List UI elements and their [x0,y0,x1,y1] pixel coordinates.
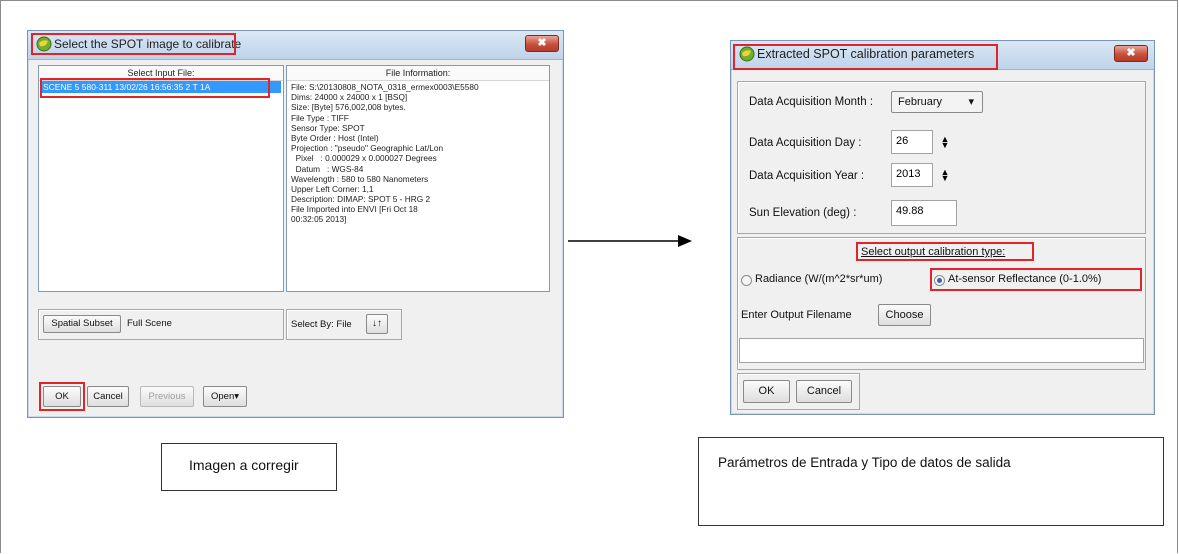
file-info-line: Dims: 24000 x 24000 x 1 [BSQ] [291,92,408,103]
year-label: Data Acquisition Year : [749,170,865,182]
flow-arrow-icon [568,235,692,247]
year-spinner-icon[interactable]: ▲ ▼ [940,168,950,183]
select-spot-image-dialog: Select the SPOT image to calibrate ✖ Sel… [27,30,564,418]
file-info-line: Sensor Type: SPOT [291,122,365,133]
year-field[interactable]: 2013 [891,163,933,187]
dialog1-title-highlight [31,33,236,55]
sort-order-button[interactable]: ↓↑ [366,314,388,334]
choose-button[interactable]: Choose [878,304,931,326]
ok-button-highlight [39,382,85,411]
open-menu-button[interactable]: Open▾ [203,386,247,407]
dialog2-cancel-button[interactable]: Cancel [796,380,852,403]
sort-icon: ↓↑ [372,318,382,329]
dialog1-close-button[interactable]: ✖ [525,35,559,52]
output-filename-label: Enter Output Filename [741,309,852,321]
file-info-line: Wavelength : 580 to 580 Nanometers [291,173,429,184]
day-spinner-icon[interactable]: ▲ ▼ [940,135,950,150]
right-caption-text: Parámetros de Entrada y Tipo de datos de… [718,455,1011,470]
month-dropdown[interactable]: February ▾ [891,91,983,113]
left-caption-box: Imagen a corregir [161,443,337,491]
day-field[interactable]: 26 [891,130,933,154]
previous-button[interactable]: Previous [140,386,194,407]
file-info-line: Pixel : 0.000029 x 0.000027 Degrees [291,153,437,164]
selected-file-highlight [40,78,270,98]
file-info-line: 00:32:05 2013] [291,214,347,225]
cancel-button[interactable]: Cancel [87,386,129,407]
input-file-list[interactable]: Select Input File: SCENE 5 580-311 13/02… [38,65,284,292]
file-info-line: Upper Left Corner: 1,1 [291,183,374,194]
file-info-line: Projection : "pseudo" Geographic Lat/Lon [291,143,444,154]
sun-elevation-field[interactable]: 49.88 [891,200,957,226]
file-info-line: Description: DIMAP: SPOT 5 - HRG 2 [291,194,431,205]
radiance-radio[interactable] [741,275,752,286]
chevron-down-icon: ▾ [968,96,974,108]
output-filename-field[interactable] [739,338,1144,363]
month-value: February [898,96,943,108]
file-information-text: File: S:\20130808_NOTA_0318_ermex0003\E5… [291,82,547,225]
file-info-line: File Type : TIFF [291,112,349,123]
file-info-line: Datum : WGS-84 [291,163,364,174]
reflectance-highlight [930,268,1142,291]
left-caption-text: Imagen a corregir [189,457,299,473]
dialog2-ok-button[interactable]: OK [743,380,790,403]
select-by-label: Select By: File [291,319,352,330]
file-info-line: Size: [Byte] 576,002,008 bytes. [291,102,406,113]
calibration-parameters-dialog: Extracted SPOT calibration parameters ✖ … [730,40,1155,415]
right-caption-box: Parámetros de Entrada y Tipo de datos de… [698,437,1164,526]
month-label: Data Acquisition Month : [749,96,874,108]
spatial-subset-value: Full Scene [127,318,172,329]
file-info-line: Byte Order : Host (Intel) [291,132,379,143]
file-info-line: File: S:\20130808_NOTA_0318_ermex0003\E5… [291,82,479,92]
radiance-label: Radiance (W/(m^2*sr*um) [755,273,883,285]
file-info-line: File Imported into ENVI [Fri Oct 18 [291,204,418,215]
file-information-panel: File Information: File: S:\20130808_NOTA… [286,65,550,292]
dialog2-title-highlight [733,44,998,70]
spatial-subset-button[interactable]: Spatial Subset [43,315,121,333]
day-label: Data Acquisition Day : [749,137,862,149]
output-type-highlight [856,242,1034,261]
sun-elevation-label: Sun Elevation (deg) : [749,207,857,219]
file-information-header: File Information: [287,66,549,81]
dialog2-close-button[interactable]: ✖ [1114,45,1148,62]
